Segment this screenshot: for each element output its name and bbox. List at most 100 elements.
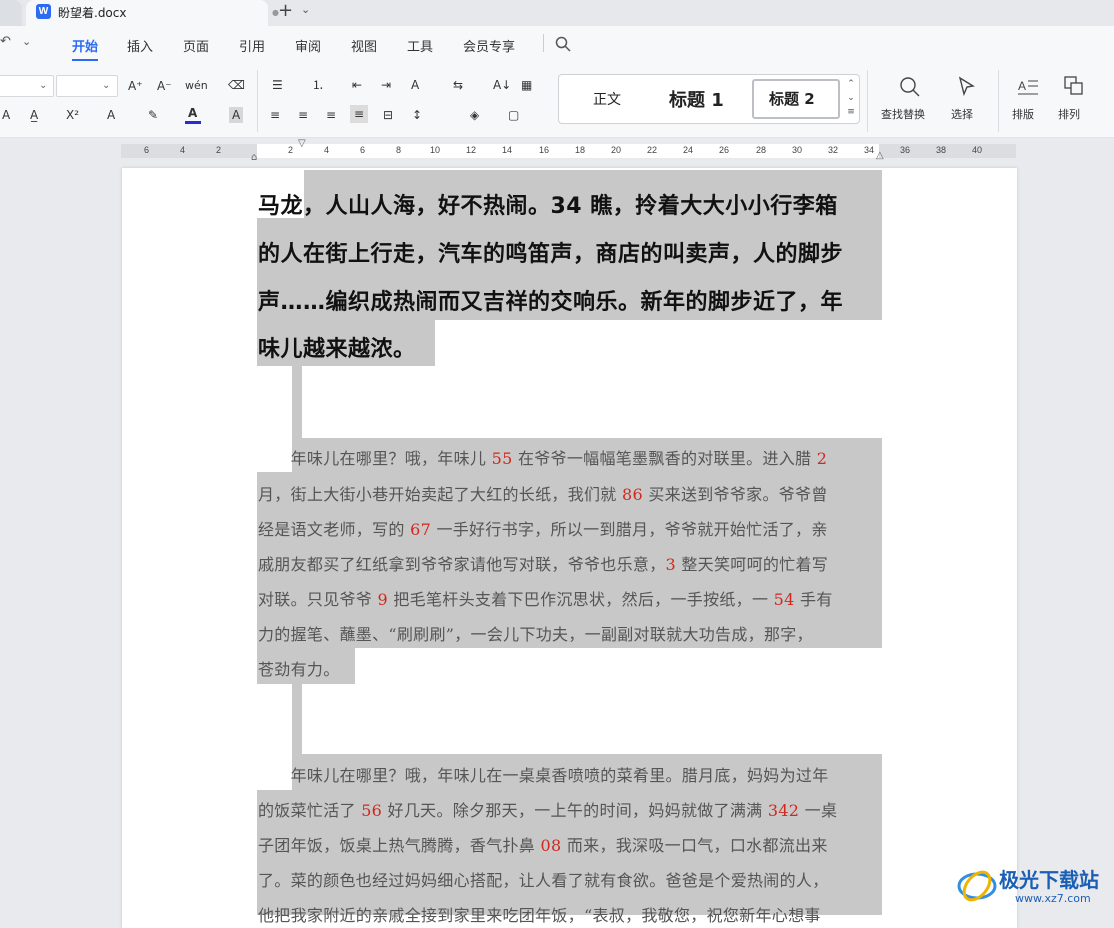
ruler-tick: 24 [683, 145, 694, 155]
menu-divider [543, 34, 544, 52]
tab-member[interactable]: 会员专享 [463, 36, 515, 55]
align-center-icon[interactable]: ≡ [298, 107, 308, 123]
ruler-tick: 12 [466, 145, 477, 155]
body-line: 对联。只见爷爷 9 把毛笔杆头支着下巴作沉思状，然后，一手按纸，一 54 手有 [258, 590, 833, 609]
layout-icon[interactable]: A [1017, 76, 1039, 98]
tab-page[interactable]: 页面 [183, 36, 209, 55]
character-shading-icon[interactable]: A [229, 107, 244, 123]
ruler-tick: 40 [972, 145, 983, 155]
ruler-tick: 36 [900, 145, 911, 155]
ruler-tick: 34 [864, 145, 875, 155]
heading-line: 声……编织成热闹而又吉祥的交响乐。新年的脚步近了，年 [258, 290, 844, 315]
grow-font-icon[interactable]: A⁺ [128, 78, 143, 94]
ruler-tick: 8 [396, 145, 402, 155]
left-indent-marker-icon[interactable]: ⌂ [251, 152, 257, 163]
find-replace-icon[interactable] [898, 75, 922, 99]
new-tab-dropdown-icon[interactable]: ⌄ [301, 3, 310, 16]
ruler-text-area [257, 144, 879, 158]
arrange-label[interactable]: 排列 [1058, 107, 1080, 123]
body-line: 的饭菜忙活了 56 好几天。除夕那天，一上午的时间，妈妈就做了满满 342 一桌 [258, 801, 838, 820]
line-spacing-icon[interactable]: ↕ [412, 107, 422, 123]
shading-icon[interactable]: ◈ [470, 107, 479, 123]
style-normal[interactable]: 正文 [593, 89, 621, 109]
styles-gallery: 正文 标题 1 标题 2 ⌃ ⌄ ≡ [558, 74, 860, 124]
first-line-indent-marker-icon[interactable]: ▽ [298, 138, 306, 149]
underline-icon[interactable]: A̲ [30, 107, 38, 123]
body-line: 年味儿在哪里？哦，年味儿在一桌桌香喷喷的菜肴里。腊月底，妈妈为过年 [258, 766, 829, 785]
undo-dropdown-icon[interactable]: ⌄ [22, 35, 31, 48]
style-heading-2[interactable]: 标题 2 [769, 88, 815, 109]
align-left-icon[interactable]: ≡ [270, 107, 280, 123]
heading-line: 马龙，人山人海，好不热闹。34 瞧，拎着大大小小行李箱 [258, 194, 838, 219]
document-name: 盼望着.docx [58, 6, 127, 20]
undo-icon[interactable]: ↶ [0, 34, 11, 49]
text-wrap-icon[interactable]: ⇆ [453, 77, 463, 93]
body-line: 年味儿在哪里？哦，年味儿 55 在爷爷一幅幅笔墨飘香的对联里。进入腊 2 [258, 449, 828, 468]
aurora-logo-icon [957, 870, 997, 902]
ribbon-divider [998, 70, 999, 132]
layout-label[interactable]: 排版 [1012, 107, 1034, 123]
ruler-tick: 6 [144, 145, 150, 155]
watermark-url: www.xz7.com [1015, 892, 1091, 905]
ruler-tick: 18 [575, 145, 586, 155]
select-label[interactable]: 选择 [951, 107, 973, 123]
bullets-icon[interactable]: ☰ [272, 77, 283, 93]
tab-insert[interactable]: 插入 [127, 36, 153, 55]
select-cursor-icon[interactable] [956, 75, 978, 97]
selection-highlight [292, 684, 302, 754]
font-name-select[interactable]: ⌄ [0, 75, 54, 97]
columns-icon[interactable]: ▦ [521, 77, 532, 93]
tab-review[interactable]: 审阅 [295, 36, 321, 55]
tab-tools[interactable]: 工具 [407, 36, 433, 55]
ruler-tick: 14 [502, 145, 513, 155]
tab-view[interactable]: 视图 [351, 36, 377, 55]
style-heading-1[interactable]: 标题 1 [669, 86, 724, 112]
document-tab[interactable]: W 盼望着.docx ● [26, 0, 279, 26]
text-direction-icon[interactable]: A [411, 77, 419, 93]
increase-indent-icon[interactable]: ⇥ [381, 77, 391, 93]
superscript-icon[interactable]: X² [66, 107, 79, 123]
menu-bar: ↶ ⌄ 开始 插入 页面 引用 审阅 视图 工具 会员专享 [0, 26, 1114, 62]
shrink-font-icon[interactable]: A⁻ [157, 78, 172, 94]
find-replace-label[interactable]: 查找替换 [881, 107, 925, 123]
new-tab-icon[interactable]: + [278, 0, 293, 21]
ruler-tick: 4 [180, 145, 186, 155]
border-icon[interactable]: ▢ [508, 107, 519, 123]
distributed-icon[interactable]: ⊟ [383, 107, 393, 123]
text-effect-icon[interactable]: A [107, 107, 115, 123]
font-size-select[interactable]: ⌄ [56, 75, 118, 97]
arrange-icon[interactable] [1063, 75, 1085, 97]
ruler-tick: 2 [216, 145, 222, 155]
ribbon-toolbar: ⌄ ⌄ A⁺ A⁻ wén ⌫ A A̲ X² A ✎ A A ☰ ⒈ ⇤ ⇥ … [0, 62, 1114, 138]
right-indent-marker-icon[interactable]: △ [876, 150, 884, 161]
decrease-indent-icon[interactable]: ⇤ [352, 77, 362, 93]
body-line: 苍劲有力。 [258, 660, 340, 679]
sort-icon[interactable]: A↓ [493, 77, 511, 93]
font-color-icon[interactable]: A [188, 105, 197, 121]
title-bar: W 盼望着.docx ● + ⌄ [0, 0, 1114, 26]
phonetic-guide-icon[interactable]: wén [185, 78, 208, 94]
tab-home[interactable]: 开始 [72, 36, 98, 55]
highlight-icon[interactable]: ✎ [148, 107, 158, 123]
numbering-icon[interactable]: ⒈ [312, 77, 324, 93]
ruler-tick: 4 [324, 145, 330, 155]
body-line: 力的握笔、蘸墨、“刷刷刷”，一会儿下功夫，一副副对联就大功告成，那字， [258, 625, 813, 644]
justify-icon[interactable]: ≡ [350, 105, 369, 123]
tab-references[interactable]: 引用 [239, 36, 265, 55]
active-tab-indicator [72, 59, 98, 61]
ruler-tick: 6 [360, 145, 366, 155]
previous-tab-stub[interactable] [0, 0, 22, 26]
body-line: 了。菜的颜色也经过妈妈细心搭配，让人看了就有食欲。爸爸是个爱热闹的人， [258, 871, 829, 890]
styles-scroll-icon[interactable]: ⌃ ⌄ ≡ [845, 77, 857, 121]
ruler-tick: 22 [647, 145, 658, 155]
align-right-icon[interactable]: ≡ [326, 107, 336, 123]
strikethrough-icon[interactable]: A [2, 107, 10, 123]
ruler-tick: 16 [539, 145, 550, 155]
ruler-tick: 26 [719, 145, 730, 155]
body-line: 月，街上大街小巷开始卖起了大红的长纸，我们就 86 买来送到爷爷家。爷爷曾 [258, 485, 828, 504]
clear-format-icon[interactable]: ⌫ [228, 77, 245, 93]
heading-line: 味儿越来越浓。 [258, 337, 416, 362]
ruler-tick: 38 [936, 145, 947, 155]
body-line: 经是语文老师，写的 67 一手好行书字，所以一到腊月，爷爷就开始忙活了，亲 [258, 520, 828, 539]
search-icon[interactable] [554, 35, 572, 53]
